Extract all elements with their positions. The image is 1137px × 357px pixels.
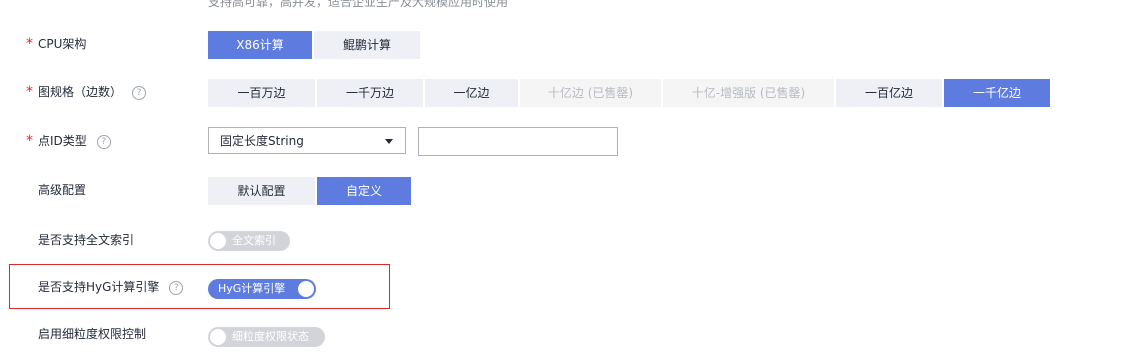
acl-switch[interactable]: 细粒度权限状态 (208, 327, 325, 347)
chevron-down-icon (385, 139, 393, 144)
required-mark: * (26, 84, 33, 100)
advanced-config-label: 高级配置 (38, 183, 87, 197)
acl-label: 启用细粒度权限控制 (38, 327, 147, 341)
required-mark: * (26, 133, 33, 149)
vertex-id-type-select[interactable]: 固定长度String (208, 127, 406, 154)
acl-switch-text: 细粒度权限状态 (232, 330, 309, 343)
fulltext-switch[interactable]: 全文索引 (208, 231, 290, 251)
required-mark: * (26, 36, 33, 52)
graph-size-option-100b[interactable]: 一千亿边 (944, 79, 1050, 107)
graph-size-label-text: 图规格（边数） (38, 85, 123, 99)
hyg-switch[interactable]: HyG计算引擎 (208, 279, 316, 299)
help-icon[interactable]: ? (96, 134, 111, 149)
switch-knob (210, 329, 226, 345)
graph-size-option-1m[interactable]: 一百万边 (208, 79, 315, 107)
vertex-id-length-input[interactable] (418, 127, 618, 156)
vertex-id-label: 点ID类型? (38, 131, 111, 151)
advanced-option-custom[interactable]: 自定义 (317, 177, 411, 205)
advanced-option-default[interactable]: 默认配置 (208, 177, 315, 205)
graph-size-label: 图规格（边数）? (38, 82, 147, 102)
vertex-id-label-text: 点ID类型 (38, 134, 87, 148)
help-icon[interactable]: ? (132, 85, 147, 100)
fulltext-label: 是否支持全文索引 (38, 233, 135, 247)
graph-size-option-1b-soldout: 十亿边 (已售罄) (520, 79, 661, 107)
hyg-switch-text: HyG计算引擎 (218, 282, 286, 295)
switch-knob (210, 233, 226, 249)
hyg-label-text: 是否支持HyG计算引擎 (38, 280, 160, 294)
graph-size-option-100m[interactable]: 一亿边 (425, 79, 518, 107)
top-description: 支持高可靠，高并发，适合企业生产及大规模应用时使用 (208, 0, 509, 9)
graph-size-option-10m[interactable]: 一千万边 (317, 79, 423, 107)
cpu-option-kunpeng[interactable]: 鲲鹏计算 (314, 31, 420, 59)
fulltext-switch-text: 全文索引 (232, 234, 276, 247)
graph-size-option-10b[interactable]: 一百亿边 (836, 79, 942, 107)
help-icon[interactable]: ? (169, 280, 184, 295)
switch-knob (298, 281, 314, 297)
graph-size-option-1b-enhanced-soldout: 十亿-增强版 (已售罄) (663, 79, 834, 107)
vertex-id-type-value: 固定长度String (220, 134, 304, 148)
cpu-label: CPU架构 (38, 37, 87, 51)
hyg-label: 是否支持HyG计算引擎? (38, 277, 184, 297)
cpu-option-x86[interactable]: X86计算 (208, 31, 312, 59)
